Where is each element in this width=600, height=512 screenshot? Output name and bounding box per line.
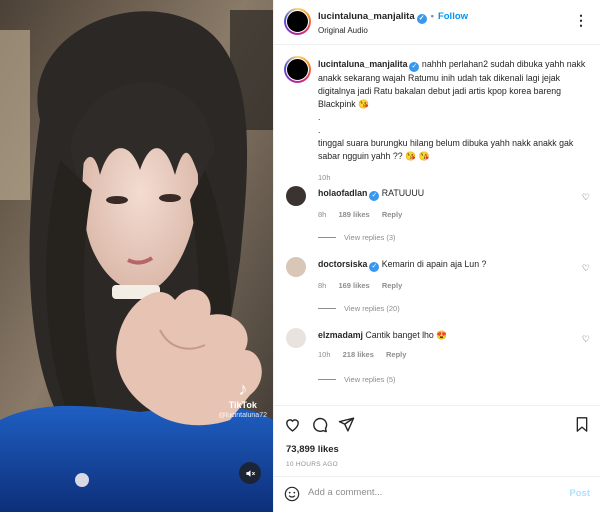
caption-username[interactable]: lucintaluna_manjalita bbox=[318, 59, 407, 69]
watermark-name: TikTok bbox=[228, 400, 257, 410]
comment-like-heart-icon[interactable]: ♡ bbox=[582, 192, 590, 203]
add-comment-bar: Post bbox=[274, 476, 600, 512]
comment-text: Kemarin di apain aja Lun ? bbox=[381, 259, 487, 269]
comment-text: Cantik banget lho 😍 bbox=[365, 330, 448, 340]
separator-dot: • bbox=[430, 11, 434, 22]
tiktok-logo-icon: ♪ bbox=[238, 379, 248, 399]
comment-username[interactable]: holaofadlan bbox=[318, 188, 367, 198]
author-avatar[interactable] bbox=[284, 8, 311, 35]
verified-badge-icon: ✓ bbox=[369, 191, 380, 201]
comment-text: RATUUUU bbox=[381, 188, 425, 198]
reply-button[interactable]: Reply bbox=[382, 210, 402, 219]
reply-button[interactable]: Reply bbox=[382, 281, 402, 290]
comment-like-heart-icon[interactable]: ♡ bbox=[582, 263, 590, 274]
post-media[interactable]: ♪ TikTok @lucintaluna72 bbox=[0, 0, 273, 512]
comment: doctorsiska ✓ Kemarin di apain aja Lun ? … bbox=[318, 259, 576, 290]
emoji-icon[interactable] bbox=[284, 486, 300, 502]
add-comment-input[interactable] bbox=[308, 487, 538, 498]
reply-button[interactable]: Reply bbox=[386, 350, 406, 359]
view-replies[interactable]: View replies (20) bbox=[318, 304, 400, 313]
verified-badge-icon: ✓ bbox=[369, 262, 380, 272]
post-caption: lucintaluna_manjalita ✓ nahhh perlahan2 s… bbox=[318, 58, 586, 184]
post-comment-button[interactable]: Post bbox=[569, 488, 590, 499]
comment-username[interactable]: doctorsiska bbox=[318, 259, 367, 269]
post-timestamp: 10 HOURS AGO bbox=[286, 461, 339, 468]
comment-avatar[interactable] bbox=[286, 328, 306, 348]
verified-badge-icon: ✓ bbox=[409, 62, 420, 72]
comment-time: 8h bbox=[318, 210, 327, 219]
video-frame bbox=[0, 0, 273, 512]
audio-label[interactable]: Original Audio bbox=[318, 26, 368, 35]
comment-username[interactable]: elzmadamj bbox=[318, 330, 363, 340]
verified-badge-icon: ✓ bbox=[416, 14, 427, 24]
comment-likes[interactable]: 189 likes bbox=[338, 210, 369, 219]
comment-avatar[interactable] bbox=[286, 257, 306, 277]
bookmark-icon[interactable] bbox=[574, 416, 590, 433]
comment-likes[interactable]: 218 likes bbox=[343, 350, 374, 359]
post-panel: lucintaluna_manjalita ✓ • Follow Original A… bbox=[273, 0, 600, 512]
watermark-handle: @lucintaluna72 bbox=[218, 412, 267, 419]
view-replies-label[interactable]: View replies (3) bbox=[344, 233, 396, 242]
comment: holaofadlan ✓ RATUUUU 8h 189 likes Reply bbox=[318, 188, 576, 219]
view-replies[interactable]: View replies (3) bbox=[318, 233, 396, 242]
more-options-icon[interactable]: ⋮ bbox=[574, 12, 588, 29]
view-replies-label[interactable]: View replies (20) bbox=[344, 304, 400, 313]
caption-text-2: tinggal suara burungku hilang belum dibu… bbox=[318, 138, 574, 161]
caption-avatar[interactable] bbox=[284, 56, 311, 83]
view-replies-label[interactable]: View replies (5) bbox=[344, 375, 396, 384]
comment-time: 10h bbox=[318, 350, 331, 359]
comment-time: 8h bbox=[318, 281, 327, 290]
comment-avatar[interactable] bbox=[286, 186, 306, 206]
author-username[interactable]: lucintaluna_manjalita bbox=[318, 11, 415, 22]
comment-likes[interactable]: 169 likes bbox=[338, 281, 369, 290]
comments-feed[interactable]: lucintaluna_manjalita ✓ nahhh perlahan2 s… bbox=[274, 46, 600, 406]
view-replies[interactable]: View replies (5) bbox=[318, 375, 396, 384]
tiktok-watermark: ♪ TikTok @lucintaluna72 bbox=[219, 380, 267, 419]
caption-dot: . bbox=[318, 125, 321, 135]
caption-time: 10h bbox=[318, 173, 331, 182]
mute-button[interactable] bbox=[239, 462, 261, 484]
comment-icon[interactable] bbox=[311, 416, 328, 433]
muted-speaker-icon bbox=[245, 469, 255, 477]
send-icon[interactable] bbox=[338, 416, 355, 433]
post-header: lucintaluna_manjalita ✓ • Follow Original A… bbox=[274, 0, 600, 45]
follow-button[interactable]: Follow bbox=[438, 11, 468, 22]
caption-dot: . bbox=[318, 112, 321, 122]
heart-icon[interactable] bbox=[284, 416, 301, 433]
comment-like-heart-icon[interactable]: ♡ bbox=[582, 334, 590, 345]
post-actions: 73,899 likes 10 HOURS AGO Post bbox=[274, 405, 600, 505]
likes-count[interactable]: 73,899 likes bbox=[286, 444, 339, 455]
comment: elzmadamj Cantik banget lho 😍 10h 218 li… bbox=[318, 330, 576, 359]
